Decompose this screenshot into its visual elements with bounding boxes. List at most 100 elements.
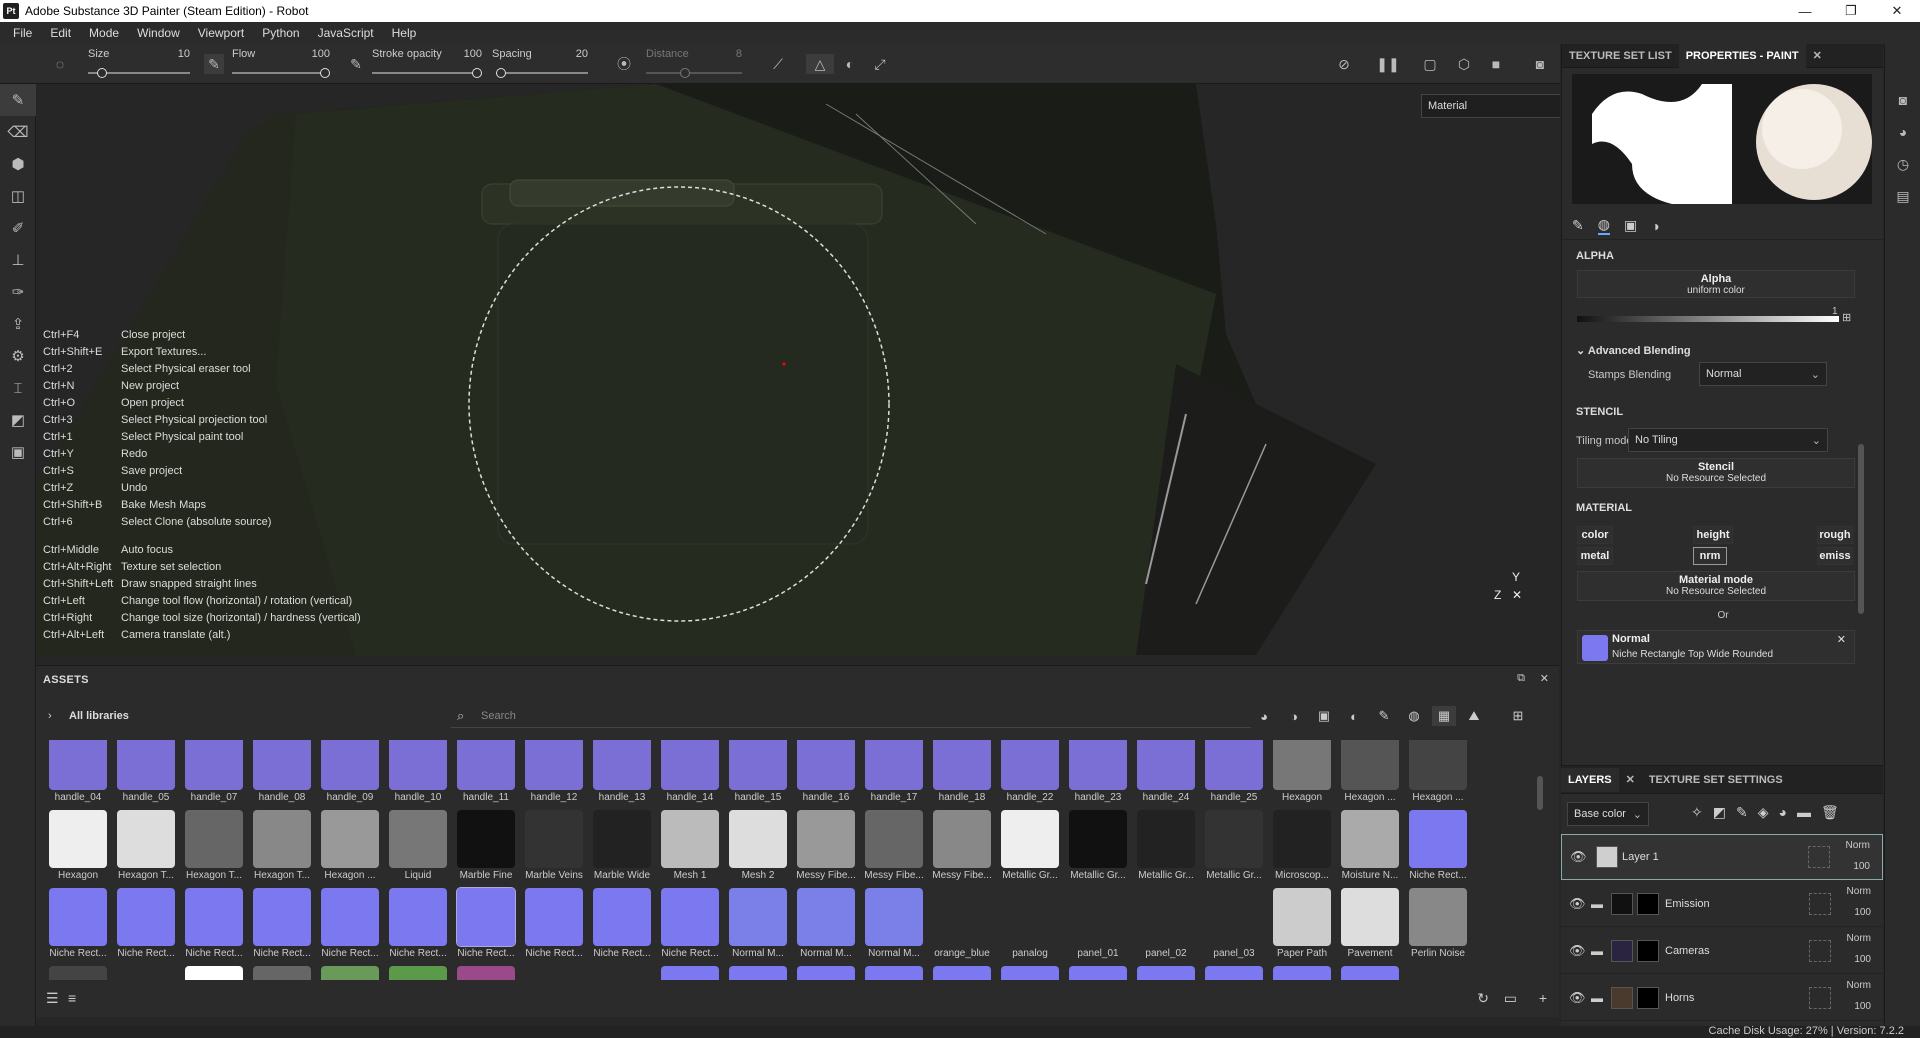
material-rough-toggle[interactable]: rough — [1817, 526, 1853, 544]
menu-viewport[interactable]: Viewport — [189, 26, 253, 40]
undock-icon[interactable]: ⧉ — [1517, 672, 1525, 685]
asset-thumbnail[interactable]: handle_08 — [248, 740, 316, 810]
transform-icon[interactable]: ⤢ — [870, 54, 890, 74]
export-icon[interactable]: ▣ — [0, 436, 36, 468]
lazy-mouse-icon[interactable]: ⦿ — [614, 54, 634, 74]
delete-icon[interactable]: 🗑 — [1821, 804, 1839, 821]
asset-thumbnail[interactable]: Niche Rect... — [384, 888, 452, 966]
material-metal-toggle[interactable]: metal — [1577, 547, 1613, 565]
asset-thumbnail[interactable]: Hexagon ... — [316, 810, 384, 888]
asset-thumbnail[interactable]: handle_13 — [588, 740, 656, 810]
channel-select[interactable]: Base color ⌄ — [1567, 802, 1649, 826]
add-fill-layer-icon[interactable]: ◈ — [1758, 804, 1769, 821]
add-smart-material-icon[interactable]: ◕ — [1778, 804, 1786, 821]
screenshot-icon[interactable]: ◙ — [1530, 54, 1550, 74]
material-emiss-toggle[interactable]: emiss — [1817, 547, 1853, 565]
asset-thumbnail[interactable]: handle_25 — [1200, 740, 1268, 810]
asset-thumbnail[interactable]: Niche Rect... — [112, 888, 180, 966]
chevron-right-icon[interactable]: › — [48, 710, 52, 722]
flow-value[interactable]: 100 — [300, 48, 330, 60]
asset-thumbnail[interactable]: Hexagon T... — [248, 810, 316, 888]
add-icon[interactable]: + — [1539, 990, 1547, 1006]
stroke-opacity-slider[interactable] — [372, 68, 482, 78]
asset-thumbnail[interactable]: Moisture N... — [1336, 810, 1404, 888]
picker-icon[interactable]: ⊞ — [1842, 311, 1851, 324]
distance-slider[interactable] — [646, 68, 742, 78]
library-selector[interactable]: All libraries — [69, 710, 129, 722]
size-slider[interactable] — [88, 68, 190, 78]
smudge-icon[interactable]: ✐ — [0, 212, 36, 244]
slot-icon[interactable]: ⌶ — [0, 372, 36, 404]
layer-opacity[interactable]: 100 — [1854, 1001, 1871, 1012]
asset-thumbnail[interactable]: Niche Rect... — [656, 888, 724, 966]
asset-thumbnail[interactable]: Messy Fibe... — [928, 810, 996, 888]
menu-edit[interactable]: Edit — [41, 26, 80, 40]
spacing-value[interactable]: 20 — [558, 48, 588, 60]
layer-blend-mode[interactable]: Norm — [1847, 980, 1871, 991]
asset-thumbnail[interactable]: handle_11 — [452, 740, 520, 810]
asset-thumbnail[interactable]: Marble Wide — [588, 810, 656, 888]
asset-thumbnail[interactable]: Liquid — [384, 810, 452, 888]
asset-thumbnail[interactable]: Mesh 1 — [656, 810, 724, 888]
menu-file[interactable]: File — [4, 26, 41, 40]
layer-row[interactable]: 👁 ▬ Emission Norm 100 — [1561, 881, 1883, 927]
advanced-blending-toggle[interactable]: ⌄ Advanced Blending — [1576, 344, 1691, 357]
asset-thumbnail[interactable]: Niche Rect... — [180, 888, 248, 966]
asset-thumbnail[interactable]: Normal M... — [724, 888, 792, 966]
search-input[interactable]: ⌕ Search — [451, 704, 1251, 728]
brush-shape-icon[interactable]: ◌ — [50, 54, 70, 74]
spacing-slider[interactable] — [496, 68, 588, 78]
asset-thumbnail[interactable] — [1132, 966, 1200, 980]
history-icon[interactable]: ◷ — [1885, 148, 1920, 180]
particle-filter-icon[interactable]: ◍ — [1402, 706, 1426, 726]
asset-thumbnail[interactable]: Hexagon ... — [1336, 740, 1404, 810]
color-picker-icon[interactable]: ✑ — [0, 276, 36, 308]
menu-window[interactable]: Window — [128, 26, 189, 40]
minimize-icon[interactable]: — — [1782, 0, 1828, 22]
menu-javascript[interactable]: JavaScript — [309, 26, 383, 40]
asset-thumbnail[interactable] — [588, 966, 656, 980]
asset-thumbnail[interactable]: Normal M... — [792, 888, 860, 966]
layer-opacity[interactable]: 100 — [1853, 861, 1870, 872]
asset-thumbnail[interactable]: panel_03 — [1200, 888, 1268, 966]
asset-thumbnail[interactable]: handle_23 — [1064, 740, 1132, 810]
asset-thumbnail[interactable] — [1268, 966, 1336, 980]
visibility-eye-icon[interactable]: 👁 — [1570, 849, 1587, 865]
tab-properties-paint[interactable]: PROPERTIES - PAINT — [1678, 43, 1806, 68]
asset-thumbnail[interactable]: Pavement — [1336, 888, 1404, 966]
asset-thumbnail[interactable] — [996, 966, 1064, 980]
stencil-tab-icon[interactable]: ◑ — [1651, 218, 1659, 234]
channel-select[interactable]: Material ⌄ — [1421, 94, 1560, 118]
tiling-mode-select[interactable]: No Tiling ⌄ — [1628, 428, 1828, 452]
clone-stamp-icon[interactable]: ⊥ — [0, 244, 36, 276]
pen-pressure-icon[interactable]: ✎ — [346, 54, 366, 74]
symmetry-icon[interactable]: △ — [806, 54, 834, 74]
camera-icon[interactable]: ■ — [1486, 54, 1506, 74]
asset-thumbnail[interactable]: handle_18 — [928, 740, 996, 810]
line-angle-icon[interactable]: ⟋ — [768, 54, 788, 74]
material-tab-icon[interactable]: ◍ — [1597, 216, 1610, 235]
log-icon[interactable]: ▤ — [1885, 180, 1920, 212]
asset-thumbnail[interactable]: panel_01 — [1064, 888, 1132, 966]
asset-thumbnail[interactable]: Microscop... — [1268, 810, 1336, 888]
display-settings-icon[interactable]: ◙ — [1885, 84, 1920, 116]
asset-thumbnail[interactable]: Marble Veins — [520, 810, 588, 888]
asset-thumbnail[interactable] — [44, 966, 112, 980]
pen-pressure-icon[interactable]: ✎ — [204, 54, 224, 74]
add-folder-icon[interactable]: ▬ — [1797, 804, 1811, 821]
visibility-eye-icon[interactable]: 👁 — [1569, 896, 1586, 912]
asset-thumbnail[interactable]: Normal M... — [860, 888, 928, 966]
folder-icon[interactable]: ▭ — [1504, 990, 1517, 1007]
material-nrm-toggle[interactable]: nrm — [1693, 547, 1727, 565]
alpha-resource[interactable]: Alpha uniform color — [1577, 270, 1855, 298]
mask-filter-icon[interactable]: ▣ — [1312, 706, 1336, 726]
menu-python[interactable]: Python — [253, 26, 308, 40]
add-paint-layer-icon[interactable]: ✎ — [1736, 804, 1748, 821]
material-filter-icon[interactable]: ◕ — [1252, 706, 1276, 726]
material-color-toggle[interactable]: color — [1577, 526, 1613, 544]
asset-thumbnail[interactable]: handle_10 — [384, 740, 452, 810]
asset-thumbnail[interactable]: orange_blue — [928, 888, 996, 966]
grid-view-icon[interactable]: ⊞ — [1506, 706, 1530, 726]
pause-icon[interactable]: ❚❚ — [1376, 54, 1399, 74]
size-value[interactable]: 10 — [160, 48, 190, 60]
